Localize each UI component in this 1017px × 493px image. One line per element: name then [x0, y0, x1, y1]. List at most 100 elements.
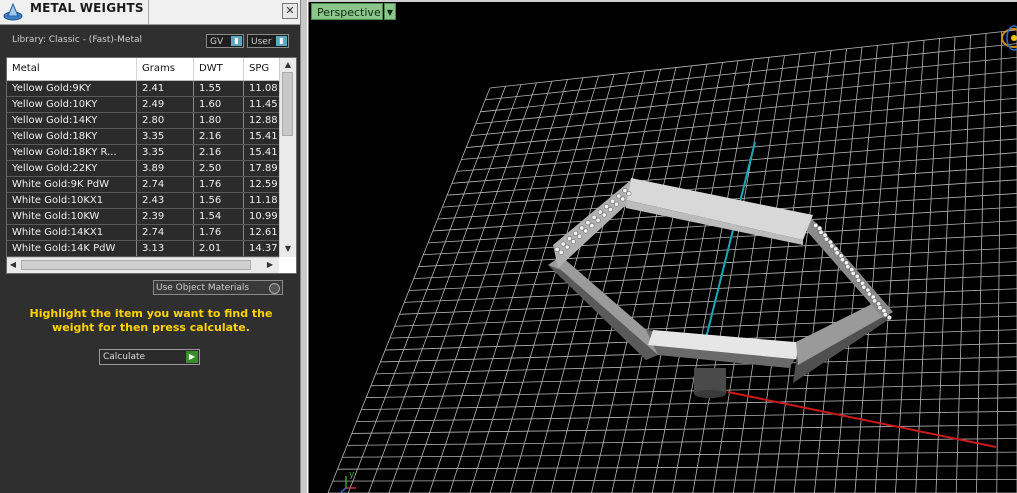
table-horizontal-scrollbar[interactable]: ◀ ▶: [7, 257, 279, 273]
user-dropdown-label: User: [251, 37, 272, 47]
cell-dwt: 2.01: [194, 241, 244, 256]
user-dropdown[interactable]: User ▮: [247, 34, 289, 48]
user-dropdown-button-icon[interactable]: ▮: [276, 36, 287, 46]
cell-spg: 15.41: [249, 131, 278, 142]
calculate-label: Calculate: [103, 352, 146, 362]
viewport-scene[interactable]: y: [308, 0, 1017, 493]
cell-grams: 3.13: [137, 241, 194, 256]
cell-spg: 10.99: [249, 211, 278, 222]
table-header: Metal Grams DWT SPG: [7, 58, 279, 81]
cell-grams: 3.35: [137, 129, 194, 144]
cell-metal: White Gold:14K PdW: [7, 241, 137, 256]
table-row[interactable]: White Gold:9K PdW 2.74 1.76 12.59: [7, 177, 279, 193]
horizontal-scroll-thumb[interactable]: [21, 260, 251, 270]
cell-grams: 2.49: [137, 97, 194, 112]
cell-spg: 17.89: [249, 163, 278, 174]
cell-grams: 3.89: [137, 161, 194, 176]
cell-metal: Yellow Gold:18KY R...: [7, 145, 137, 160]
ground-grid: [327, 29, 1017, 493]
cell-dwt: 1.76: [194, 177, 244, 192]
table-row[interactable]: Yellow Gold:18KY R... 3.35 2.16 15.41: [7, 145, 279, 161]
close-button[interactable]: ✕: [282, 3, 298, 19]
axis-label-y: y: [349, 470, 355, 480]
cell-spg: 12.88: [249, 115, 278, 126]
y-axis-line: [702, 141, 756, 351]
use-object-materials-label: Use Object Materials: [156, 283, 250, 293]
cell-dwt: 1.55: [194, 81, 244, 96]
table-row[interactable]: Yellow Gold:14KY 2.80 1.80 12.88: [7, 113, 279, 129]
cell-metal: Yellow Gold:22KY: [7, 161, 137, 176]
radio-icon[interactable]: [269, 283, 280, 294]
cell-grams: 2.74: [137, 177, 194, 192]
ring-stem-base: [694, 390, 726, 398]
app-logo-icon: [3, 2, 23, 21]
table-row[interactable]: Yellow Gold:22KY 3.89 2.50 17.89: [7, 161, 279, 177]
column-header-dwt[interactable]: DWT: [194, 58, 244, 80]
cell-dwt: 1.80: [194, 113, 244, 128]
table-row[interactable]: Yellow Gold:9KY 2.41 1.55 11.08: [7, 81, 279, 97]
ring-left-front-top: [548, 256, 658, 355]
panel-title: METAL WEIGHTS: [30, 1, 144, 15]
table-row[interactable]: White Gold:10KX1 2.43 1.56 11.18: [7, 193, 279, 209]
table-row[interactable]: Yellow Gold:18KY 3.35 2.16 15.41: [7, 129, 279, 145]
cell-metal: Yellow Gold:14KY: [7, 113, 137, 128]
cell-metal: White Gold:14KX1: [7, 225, 137, 240]
column-header-grams[interactable]: Grams: [137, 58, 194, 80]
panel-titlebar[interactable]: METAL WEIGHTS ✕: [0, 0, 300, 25]
table-row[interactable]: White Gold:14KX1 2.74 1.76 12.61: [7, 225, 279, 241]
viewport-mode-dropdown-icon[interactable]: ▼: [384, 3, 396, 20]
cell-dwt: 1.56: [194, 193, 244, 208]
table-row[interactable]: White Gold:14K PdW 3.13 2.01 14.37: [7, 241, 279, 257]
table-row[interactable]: White Gold:10KW 2.39 1.54 10.99: [7, 209, 279, 225]
cell-spg: 15.41: [249, 147, 278, 158]
cell-grams: 2.74: [137, 225, 194, 240]
gv-dropdown-button-icon[interactable]: ▮: [231, 36, 242, 46]
scroll-right-icon[interactable]: ▶: [265, 259, 275, 271]
cell-dwt: 2.16: [194, 129, 244, 144]
cell-spg: 12.61: [249, 227, 278, 238]
ring-right-front-top: [796, 300, 886, 365]
cell-dwt: 1.54: [194, 209, 244, 224]
metal-weights-panel: METAL WEIGHTS ✕ Library: Classic - (Fast…: [0, 0, 300, 493]
title-separator: [148, 0, 149, 24]
cell-metal: Yellow Gold:10KY: [7, 97, 137, 112]
cell-spg: 11.18: [249, 195, 278, 206]
gv-dropdown-label: GV: [210, 37, 224, 47]
cell-metal: White Gold:9K PdW: [7, 177, 137, 192]
view-gizmo-icon[interactable]: [1001, 25, 1017, 51]
cell-dwt: 1.76: [194, 225, 244, 240]
scroll-down-icon[interactable]: ▼: [283, 243, 293, 255]
library-label: Library: Classic - (Fast)-Metal: [12, 35, 143, 45]
cell-grams: 2.43: [137, 193, 194, 208]
cell-metal: Yellow Gold:18KY: [7, 129, 137, 144]
cell-spg: 12.59: [249, 179, 278, 190]
cell-dwt: 2.16: [194, 145, 244, 160]
table-vertical-scrollbar[interactable]: ▲ ▼: [279, 58, 296, 257]
scroll-up-icon[interactable]: ▲: [283, 59, 293, 71]
metal-table: Metal Grams DWT SPG Yellow Gold:9KY 2.41 1…: [6, 57, 297, 274]
scroll-left-icon[interactable]: ◀: [8, 259, 18, 271]
table-row[interactable]: Yellow Gold:10KY 2.49 1.60 11.45: [7, 97, 279, 113]
cell-spg: 11.08: [249, 83, 278, 94]
column-header-spg[interactable]: SPG: [244, 58, 284, 80]
cell-metal: White Gold:10KW: [7, 209, 137, 224]
vertical-scroll-thumb[interactable]: [282, 72, 293, 136]
gv-dropdown[interactable]: GV ▮: [206, 34, 244, 48]
cell-dwt: 2.50: [194, 161, 244, 176]
column-header-metal[interactable]: Metal: [7, 58, 137, 80]
cell-spg: 11.45: [249, 99, 278, 110]
table-body: Yellow Gold:9KY 2.41 1.55 11.08 Yellow Gold:…: [7, 81, 279, 257]
cell-grams: 3.35: [137, 145, 194, 160]
panel-splitter[interactable]: [300, 0, 308, 493]
cell-spg: 14.37: [249, 243, 278, 254]
cell-grams: 2.39: [137, 209, 194, 224]
cell-dwt: 1.60: [194, 97, 244, 112]
use-object-materials-toggle[interactable]: Use Object Materials: [153, 280, 283, 295]
viewport-mode-tab[interactable]: Perspective: [311, 3, 383, 20]
instruction-text: Highlight the item you want to find the …: [29, 307, 273, 334]
cell-grams: 2.41: [137, 81, 194, 96]
cell-grams: 2.80: [137, 113, 194, 128]
calculate-button[interactable]: Calculate ▶: [99, 349, 200, 365]
cell-metal: Yellow Gold:9KY: [7, 81, 137, 96]
play-arrow-icon[interactable]: ▶: [186, 351, 198, 363]
